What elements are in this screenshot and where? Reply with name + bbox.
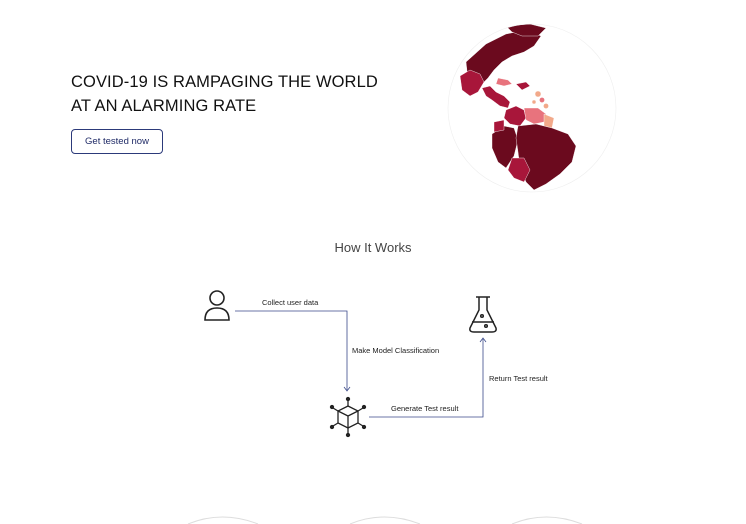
bottom-cards-peek	[187, 516, 583, 524]
card-circle-3	[511, 516, 583, 524]
card-circle-2	[349, 516, 421, 524]
card-circle-1	[187, 516, 259, 524]
